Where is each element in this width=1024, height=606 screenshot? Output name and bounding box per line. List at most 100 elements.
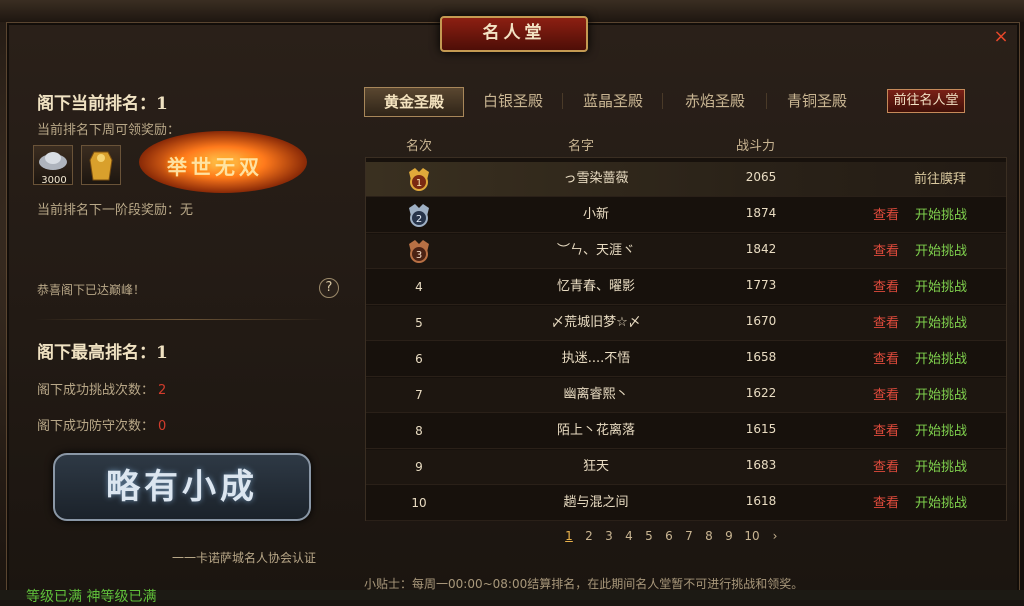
honor-title-text: 略有小成: [106, 467, 258, 507]
table-row: 10 趟与混之间 1618 查看 开始挑战: [366, 486, 1006, 521]
challenge-button[interactable]: 开始挑战: [912, 378, 970, 414]
page-link[interactable]: 5: [642, 529, 656, 543]
player-name: 执迷....不悟: [561, 351, 631, 366]
page-link-current[interactable]: 1: [562, 529, 576, 543]
svg-text:1: 1: [416, 178, 422, 189]
view-button[interactable]: 查看: [866, 486, 906, 522]
challenge-success-stat: 阁下成功挑战次数： 2: [37, 379, 166, 398]
defense-success-value: 0: [158, 419, 167, 434]
challenge-button[interactable]: 开始挑战: [912, 414, 970, 450]
rank-number: 8: [415, 424, 423, 438]
svg-text:2: 2: [416, 214, 422, 225]
tab-separator: [662, 93, 663, 109]
page-link[interactable]: 4: [622, 529, 636, 543]
best-rank-heading: 阁下最高排名：1: [37, 343, 168, 363]
view-button[interactable]: 查看: [866, 342, 906, 378]
table-row: 9 狂天 1683 查看 开始挑战: [366, 450, 1006, 485]
tab-separator: [562, 93, 563, 109]
svg-text:3: 3: [416, 250, 422, 261]
worship-button[interactable]: 前往膜拜: [908, 162, 972, 198]
window-title: 名人堂: [440, 16, 588, 52]
player-name: 狂天: [582, 459, 609, 474]
challenge-button[interactable]: 开始挑战: [912, 486, 970, 522]
tab-gold-temple[interactable]: 黄金圣殿: [364, 87, 464, 117]
table-row: 7 幽离睿熙丶 1622 查看 开始挑战: [366, 378, 1006, 413]
player-power: 1842: [745, 242, 777, 256]
player-power: 1773: [745, 278, 777, 292]
player-name: ︶ㄣ、天涯ヾ: [556, 243, 635, 258]
page-link[interactable]: 2: [582, 529, 596, 543]
view-button[interactable]: 查看: [866, 306, 906, 342]
view-button[interactable]: 查看: [866, 270, 906, 306]
rank-number: 7: [415, 388, 423, 402]
page-link[interactable]: 6: [662, 529, 676, 543]
peak-message: 恭喜阁下已达巅峰！: [37, 283, 146, 297]
challenge-button[interactable]: 开始挑战: [912, 198, 970, 234]
rank-number: 9: [415, 460, 423, 474]
panel-divider: [35, 319, 327, 320]
rank-number: 6: [415, 352, 423, 366]
rank-number: 4: [415, 280, 423, 294]
challenge-success-label: 阁下成功挑战次数：: [37, 383, 155, 398]
close-icon[interactable]: ×: [992, 28, 1010, 46]
header-rank: 名次: [406, 139, 433, 154]
player-name: 〆荒城旧梦☆〆: [551, 315, 641, 330]
player-power: 1622: [745, 386, 777, 400]
golden-armor-icon: [89, 151, 113, 181]
reward-title-text: 举世无双: [167, 155, 263, 179]
tab-crimson-temple[interactable]: 赤焰圣殿: [670, 87, 760, 115]
player-name: 小新: [582, 207, 609, 222]
page-link[interactable]: 9: [722, 529, 736, 543]
player-power: 1658: [745, 350, 777, 364]
table-row: 3 ︶ㄣ、天涯ヾ 1842 查看 开始挑战: [366, 234, 1006, 269]
view-button[interactable]: 查看: [866, 414, 906, 450]
temple-tabs: 黄金圣殿 白银圣殿 蓝晶圣殿 赤焰圣殿 青铜圣殿 前往名人堂: [364, 83, 1009, 117]
header-name: 名字: [568, 139, 595, 154]
player-power: 1615: [745, 422, 777, 436]
view-button[interactable]: 查看: [866, 198, 906, 234]
weekly-reward-label: 当前排名下周可领奖励：: [37, 123, 181, 138]
silver-ingot-icon: [39, 152, 67, 170]
next-page-icon[interactable]: ›: [768, 529, 782, 543]
goto-hall-of-fame-button[interactable]: 前往名人堂: [887, 89, 965, 113]
view-button[interactable]: 查看: [866, 378, 906, 414]
rank-number: 5: [415, 316, 423, 330]
page-link[interactable]: 3: [602, 529, 616, 543]
challenge-button[interactable]: 开始挑战: [912, 450, 970, 486]
player-name: 趟与混之间: [563, 495, 629, 510]
challenge-button[interactable]: 开始挑战: [912, 306, 970, 342]
reward-count: 3000: [41, 175, 67, 186]
table-row: 1 っ雪染蔷薇 2065 前往膜拜: [366, 162, 1006, 197]
tab-sapphire-temple[interactable]: 蓝晶圣殿: [568, 87, 658, 115]
reward-item-armor[interactable]: [81, 145, 121, 185]
table-row: 4 忆青春、曜影 1773 查看 开始挑战: [366, 270, 1006, 305]
certification-text: 一一卡诺萨城名人协会认证: [172, 551, 317, 565]
tab-bronze-temple[interactable]: 青铜圣殿: [772, 87, 862, 115]
help-icon[interactable]: ?: [319, 278, 339, 298]
current-rank-heading: 阁下当前排名：1: [37, 94, 168, 114]
page-link[interactable]: 7: [682, 529, 696, 543]
challenge-button[interactable]: 开始挑战: [912, 270, 970, 306]
defense-success-label: 阁下成功防守次数：: [37, 419, 155, 434]
player-power: 2065: [745, 170, 777, 184]
challenge-button[interactable]: 开始挑战: [912, 342, 970, 378]
player-power: 1874: [745, 206, 777, 220]
table-row: 2 小新 1874 查看 开始挑战: [366, 198, 1006, 233]
page-link[interactable]: 10: [742, 529, 762, 543]
bronze-rank-medal-icon: 3: [409, 240, 429, 263]
defense-success-stat: 阁下成功防守次数： 0: [37, 415, 166, 434]
reward-item-silver[interactable]: 3000: [33, 145, 73, 186]
table-row: 5 〆荒城旧梦☆〆 1670 查看 开始挑战: [366, 306, 1006, 341]
table-row: 6 执迷....不悟 1658 查看 开始挑战: [366, 342, 1006, 377]
next-tier-reward-label: 当前排名下一阶段奖励：无: [37, 203, 194, 218]
leaderboard-table: 1 っ雪染蔷薇 2065 前往膜拜 2 小新 1874 查看 开始挑战 3 ︶ㄣ…: [365, 157, 1007, 521]
player-power: 1683: [745, 458, 777, 472]
challenge-button[interactable]: 开始挑战: [912, 234, 970, 270]
page-link[interactable]: 8: [702, 529, 716, 543]
tab-silver-temple[interactable]: 白银圣殿: [468, 87, 558, 115]
view-button[interactable]: 查看: [866, 450, 906, 486]
leaderboard-panel: 黄金圣殿 白银圣殿 蓝晶圣殿 赤焰圣殿 青铜圣殿 前往名人堂 名次 名字 战斗力…: [364, 83, 1009, 603]
player-rank-panel: 阁下当前排名：1 当前排名下周可领奖励： 3000 举世无双 当前排名下一阶段奖…: [27, 73, 339, 573]
player-power: 1670: [745, 314, 777, 328]
view-button[interactable]: 查看: [866, 234, 906, 270]
